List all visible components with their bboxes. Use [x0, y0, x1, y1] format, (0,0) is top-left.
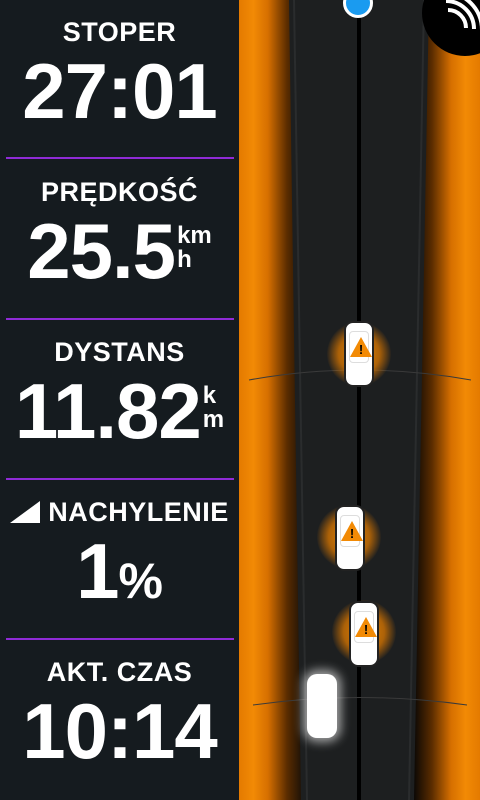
timer-value: 27:01 [22, 47, 218, 135]
distance-field[interactable]: DYSTANS 11.82k m [0, 320, 239, 478]
field-divider [6, 157, 234, 159]
rider-icon [307, 674, 337, 738]
time-of-day-value: 10:14 [22, 687, 218, 775]
warning-mark: ! [363, 622, 369, 637]
grade-slope-icon [10, 501, 41, 523]
time-of-day-label: AKT. CZAS [46, 657, 193, 687]
data-fields-panel: STOPER 27:01 PRĘDKOŚĆ 25.5km h DYSTANS 11… [0, 0, 239, 800]
speed-value: 25.5 [27, 207, 176, 295]
grade-label: NACHYLENIE [48, 497, 229, 527]
distance-unit-bottom: m [202, 406, 225, 433]
vehicle-warning-icon: ! [335, 505, 365, 571]
distance-unit-top: k [202, 382, 217, 409]
grade-value-row: 1% [0, 526, 239, 626]
speed-field[interactable]: PRĘDKOŚĆ 25.5km h [0, 160, 239, 318]
vehicle-warning-icon: ! [344, 321, 374, 387]
speed-unit: km h [177, 224, 212, 272]
distance-value-row: 11.82k m [0, 366, 239, 456]
grade-unit: % [118, 553, 163, 609]
road-shape [248, 0, 472, 800]
signal-arcs [445, 0, 480, 31]
timer-field[interactable]: STOPER 27:01 [0, 0, 239, 158]
radar-map[interactable]: ! ! ! [239, 0, 480, 800]
warning-mark: ! [349, 526, 355, 541]
distance-value: 11.82 [14, 367, 202, 455]
vehicle-warning-icon: ! [349, 601, 379, 667]
grade-label-row: NACHYLENIE [0, 497, 239, 528]
sensor-signal-icon [422, 0, 480, 56]
speed-label: PRĘDKOŚĆ [40, 177, 199, 207]
distance-label: DYSTANS [54, 337, 185, 367]
speed-unit-bottom: h [177, 246, 192, 273]
warning-mark: ! [358, 342, 364, 357]
time-of-day-field[interactable]: AKT. CZAS 10:14 [0, 640, 239, 798]
speed-unit-top: km [177, 222, 212, 249]
grade-field[interactable]: NACHYLENIE 1% [0, 480, 239, 638]
distance-unit: km [203, 384, 224, 432]
speed-value-row: 25.5km h [0, 206, 239, 296]
grade-value: 1 [76, 527, 119, 615]
timer-label: STOPER [62, 17, 177, 47]
